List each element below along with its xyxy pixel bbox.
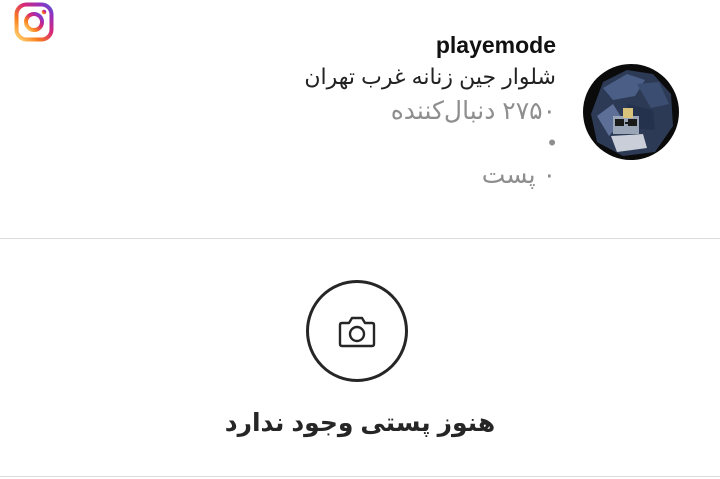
instagram-logo-icon[interactable] — [14, 2, 54, 42]
footer-divider — [0, 476, 720, 477]
profile-bio: شلوار جین زنانه غرب تهران — [304, 64, 556, 89]
instagram-profile-page: playemode شلوار جین زنانه غرب تهران ۲۷۵۰… — [0, 0, 720, 479]
profile-avatar[interactable] — [583, 64, 679, 160]
stats-separator: • — [548, 130, 556, 155]
posts-count: ۰ پست — [481, 161, 556, 189]
camera-icon — [306, 280, 408, 382]
followers-count[interactable]: ۲۷۵۰ دنبال‌کننده — [304, 94, 556, 128]
header-divider — [0, 238, 720, 239]
no-posts-message: هنوز پستی وجود ندارد — [224, 409, 496, 437]
username[interactable]: playemode — [304, 30, 556, 60]
profile-info: playemode شلوار جین زنانه غرب تهران ۲۷۵۰… — [304, 30, 556, 192]
